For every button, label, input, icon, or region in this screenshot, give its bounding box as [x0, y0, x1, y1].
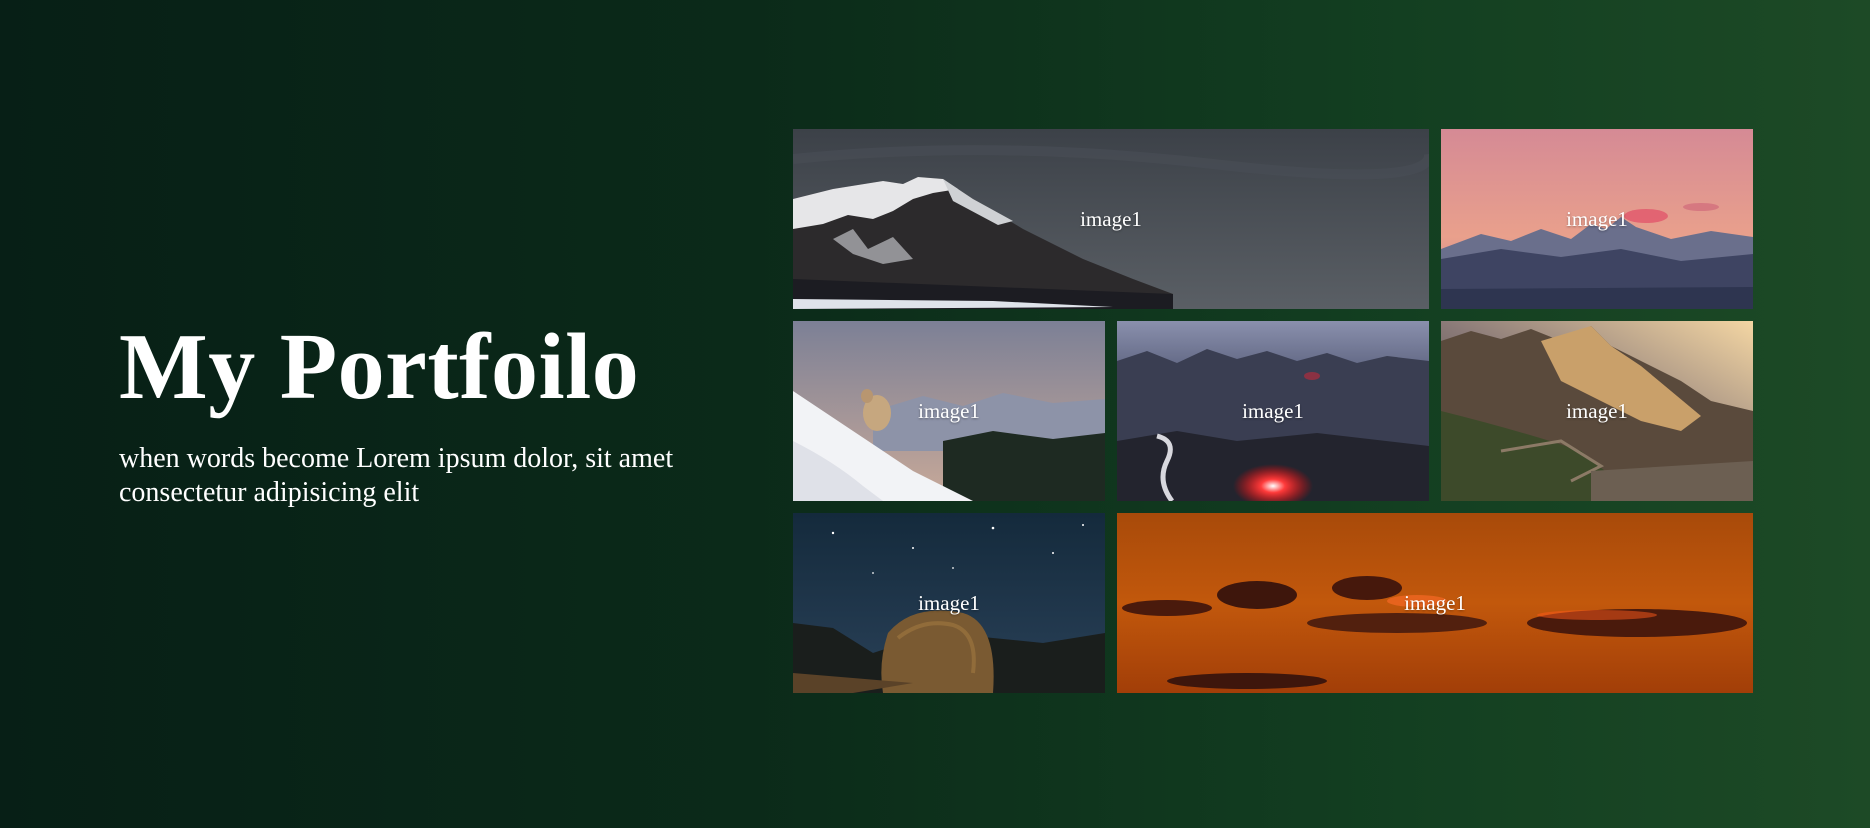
tile-label: image1	[1566, 206, 1628, 231]
gallery-tile-campfire[interactable]: image1	[1117, 321, 1429, 501]
tile-label: image1	[918, 590, 980, 615]
portfolio-gallery: image1 image1 image1 image1 image1 image…	[793, 129, 1753, 693]
gallery-tile-sunlit-cliffs[interactable]: image1	[1441, 321, 1753, 501]
hero-section: My Portfoilo when words become Lorem ips…	[119, 320, 679, 510]
page-subtitle: when words become Lorem ipsum dolor, sit…	[119, 443, 674, 508]
tile-label: image1	[918, 398, 980, 423]
gallery-tile-starry-night[interactable]: image1	[793, 513, 1105, 693]
gallery-tile-pink-sunset[interactable]: image1	[1441, 129, 1753, 309]
gallery-tile-orange-sunset[interactable]: image1	[1117, 513, 1753, 693]
tile-label: image1	[1404, 590, 1466, 615]
page-title: My Portfoilo	[119, 315, 640, 419]
gallery-tile-snowy-mountain[interactable]: image1	[793, 129, 1429, 309]
tile-label: image1	[1080, 206, 1142, 231]
tile-label: image1	[1566, 398, 1628, 423]
gallery-tile-sheep-slope[interactable]: image1	[793, 321, 1105, 501]
tile-label: image1	[1242, 398, 1304, 423]
